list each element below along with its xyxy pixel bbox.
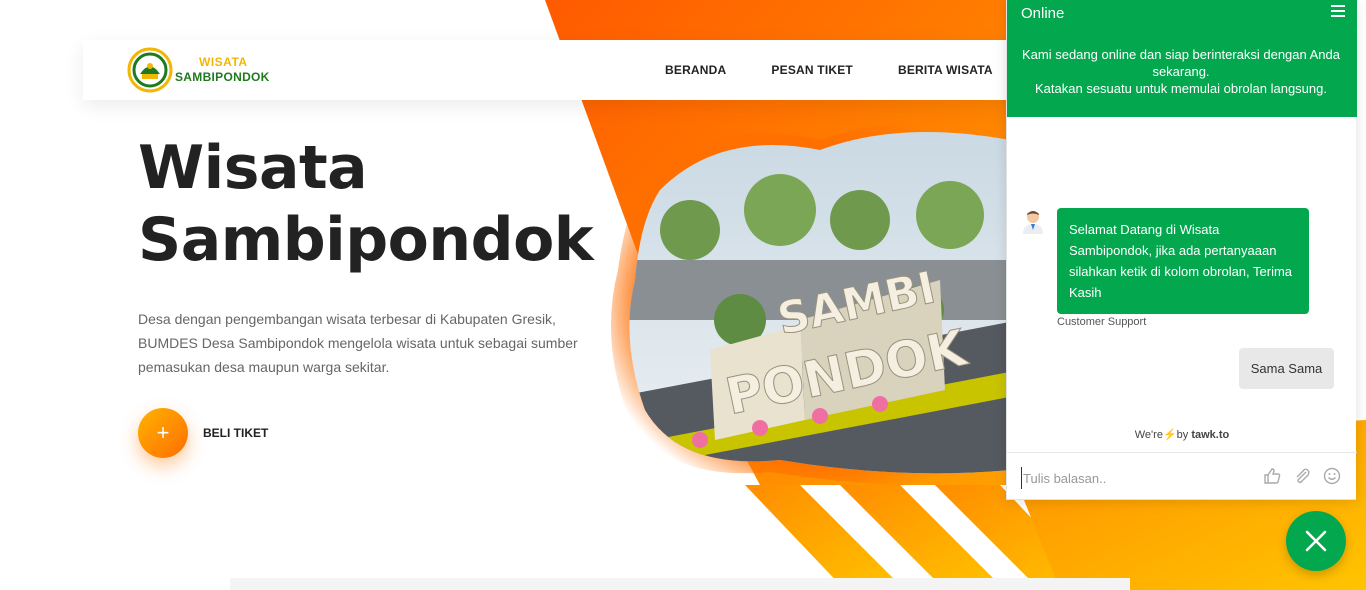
hamburger-menu-icon[interactable] [1331, 5, 1345, 17]
top-navbar: WISATA SAMBIPONDOK BERANDA PESAN TIKET B… [83, 40, 1023, 100]
main-menu: BERANDA PESAN TIKET BERITA WISATA [665, 40, 993, 100]
powered-by-word: by [1176, 429, 1189, 441]
chat-toggle-button[interactable] [1286, 511, 1346, 571]
hero-title-line1: Wisata [138, 133, 368, 203]
plus-icon: + [138, 408, 188, 458]
hero-image: SAMBI PONDOK [610, 122, 1020, 487]
chat-intro-line2: Katakan sesuatu untuk memulai obrolan la… [1035, 81, 1327, 96]
nav-item-berita-wisata[interactable]: BERITA WISATA [898, 63, 993, 77]
nav-item-pesan-tiket[interactable]: PESAN TIKET [771, 63, 853, 77]
agent-name: Customer Support [1057, 316, 1147, 328]
hero-description: Desa dengan pengembangan wisata terbesar… [138, 311, 578, 375]
chat-intro-line1: Kami sedang online dan siap berinteraksi… [1021, 47, 1340, 79]
emoji-icon[interactable] [1322, 466, 1342, 486]
chat-header: Online Kami sedang online dan siap berin… [1007, 0, 1357, 117]
thumbs-up-icon[interactable] [1262, 466, 1282, 486]
hero-title-line2: Sambipondok [138, 205, 594, 275]
chat-reply-input[interactable] [1021, 467, 1241, 489]
logo-text-line1: WISATA [199, 55, 248, 69]
chat-input-row [1007, 452, 1357, 500]
live-chat-widget: Online Kami sedang online dan siap berin… [1006, 0, 1357, 500]
user-message-bubble: Sama Sama [1239, 348, 1334, 389]
agent-message-bubble: Selamat Datang di Wisata Sambipondok, ji… [1057, 208, 1309, 314]
buy-ticket-label: BELI TIKET [203, 426, 269, 440]
nav-item-beranda[interactable]: BERANDA [665, 63, 726, 77]
logo-text-line2: SAMBIPONDOK [175, 70, 270, 84]
hero-title: Wisata Sambipondok [138, 132, 618, 276]
brand-logo[interactable]: WISATA SAMBIPONDOK [127, 47, 270, 93]
powered-prefix: We're [1134, 429, 1163, 441]
close-icon [1305, 530, 1327, 552]
lightning-icon: ⚡ [1162, 429, 1177, 441]
powered-by-tawk[interactable]: We're⚡by tawk.to [1007, 428, 1357, 441]
powered-brand: tawk.to [1191, 429, 1230, 441]
paperclip-icon[interactable] [1292, 466, 1312, 486]
agent-avatar-icon [1023, 211, 1043, 234]
buy-ticket-button[interactable]: + BELI TIKET [138, 408, 268, 458]
chat-intro-text: Kami sedang online dan siap berinteraksi… [1021, 46, 1341, 97]
chat-status: Online [1021, 5, 1065, 22]
village-seal-logo-icon [127, 47, 173, 93]
